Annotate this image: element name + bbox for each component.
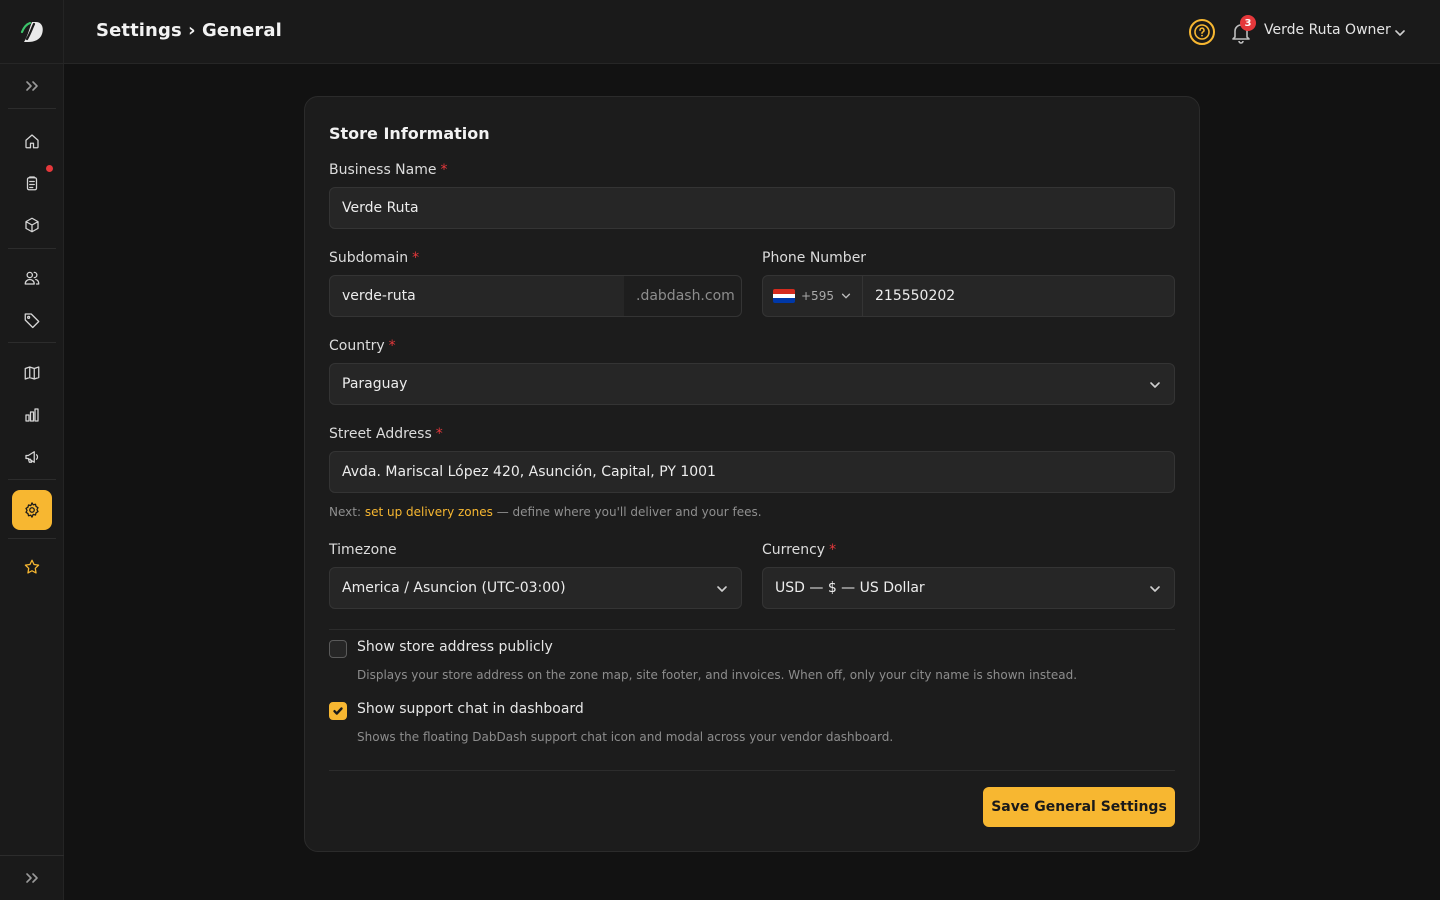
timezone-select-value: America / Asuncion (UTC-03:00)	[342, 580, 566, 596]
divider	[329, 770, 1175, 771]
sidebar	[0, 0, 64, 900]
store-information-card: Store Information Business Name * Verde R…	[304, 96, 1200, 852]
subdomain-suffix: .dabdash.com	[624, 275, 742, 317]
orders-notification-dot	[46, 165, 53, 172]
show-address-description: Displays your store address on the zone …	[357, 668, 1078, 682]
notification-count-badge: 3	[1240, 15, 1256, 31]
dabdash-logo[interactable]	[0, 0, 64, 64]
subdomain-input[interactable]: verde-ruta	[329, 275, 625, 317]
help-icon[interactable]	[1188, 18, 1216, 46]
top-bar: Settings › General 3 Verde Ruta Owner	[64, 0, 1440, 64]
chevron-down-icon	[715, 581, 729, 595]
delivery-zones-hint: Next: set up delivery zones — define whe…	[329, 505, 762, 519]
show-address-label[interactable]: Show store address publicly	[357, 639, 553, 655]
currency-select-value: USD — $ — US Dollar	[775, 580, 925, 596]
phone-number-input[interactable]: 215550202	[862, 275, 1175, 317]
business-name-input[interactable]: Verde Ruta	[329, 187, 1175, 229]
paraguay-flag-icon	[773, 289, 795, 303]
sidebar-item-customers[interactable]	[12, 258, 52, 298]
sidebar-item-discounts[interactable]	[12, 300, 52, 340]
timezone-label: Timezone	[329, 542, 397, 558]
sidebar-item-marketing[interactable]	[12, 437, 52, 477]
star-icon	[24, 559, 40, 574]
home-icon	[25, 134, 39, 149]
currency-select[interactable]: USD — $ — US Dollar	[762, 567, 1175, 609]
save-general-settings-button[interactable]: Save General Settings	[983, 787, 1175, 827]
sidebar-item-analytics[interactable]	[12, 395, 52, 435]
checkmark-icon	[333, 707, 343, 715]
show-chat-label[interactable]: Show support chat in dashboard	[357, 701, 584, 717]
street-address-input[interactable]: Avda. Mariscal López 420, Asunción, Capi…	[329, 451, 1175, 493]
chevron-down-icon	[1148, 377, 1162, 391]
country-code-select[interactable]: +595	[762, 275, 863, 317]
street-address-label: Street Address *	[329, 426, 443, 442]
megaphone-icon	[25, 451, 39, 463]
section-title: Store Information	[329, 124, 490, 143]
business-name-label: Business Name *	[329, 162, 448, 178]
map-icon	[24, 366, 40, 380]
timezone-select[interactable]: America / Asuncion (UTC-03:00)	[329, 567, 742, 609]
clipboard-icon	[26, 176, 38, 191]
sidebar-item-favorites[interactable]	[12, 547, 52, 587]
country-select[interactable]: Paraguay	[329, 363, 1175, 405]
country-code-value: +595	[801, 289, 834, 303]
chevron-down-icon	[840, 290, 852, 302]
expand-sidebar-button[interactable]	[0, 64, 64, 108]
country-select-value: Paraguay	[342, 376, 408, 392]
delivery-zones-link[interactable]: set up delivery zones	[365, 505, 493, 519]
show-chat-checkbox[interactable]	[329, 702, 347, 720]
sidebar-item-home[interactable]	[12, 121, 52, 161]
box-icon	[25, 217, 39, 233]
chevron-down-icon[interactable]	[1393, 25, 1407, 39]
collapse-toggle-button[interactable]	[0, 856, 64, 900]
show-address-checkbox[interactable]	[329, 640, 347, 658]
chevrons-right-icon	[26, 81, 38, 91]
chevron-down-icon	[1148, 581, 1162, 595]
sidebar-item-products[interactable]	[12, 205, 52, 245]
show-chat-description: Shows the floating DabDash support chat …	[357, 730, 894, 744]
divider	[329, 629, 1175, 630]
gear-icon	[25, 502, 39, 518]
bar-chart-icon	[25, 408, 39, 422]
breadcrumb: Settings › General	[96, 20, 282, 41]
sidebar-item-settings[interactable]	[12, 490, 52, 530]
phone-number-label: Phone Number	[762, 250, 867, 266]
sidebar-item-zones[interactable]	[12, 353, 52, 393]
subdomain-label: Subdomain *	[329, 250, 420, 266]
currency-label: Currency *	[762, 542, 837, 558]
country-label: Country *	[329, 338, 396, 354]
user-menu-name[interactable]: Verde Ruta Owner	[1264, 22, 1391, 38]
tag-icon	[24, 313, 40, 329]
chevrons-right-icon	[26, 873, 38, 883]
users-icon	[24, 271, 40, 285]
